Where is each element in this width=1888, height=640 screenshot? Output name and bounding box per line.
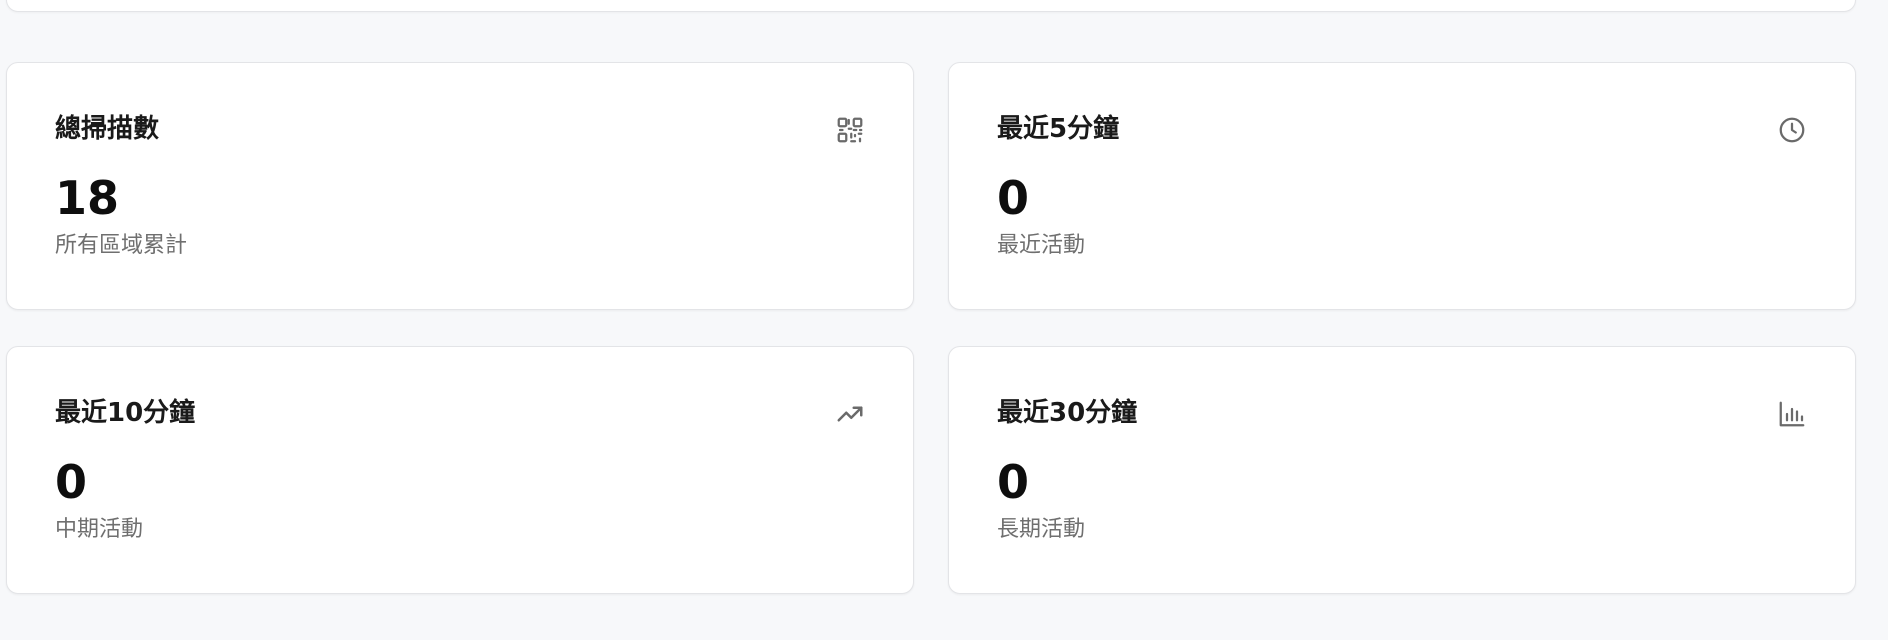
stat-card-title: 最近30分鐘 bbox=[997, 398, 1138, 428]
stat-card-caption: 中期活動 bbox=[55, 517, 144, 542]
stat-card-caption: 所有區域累計 bbox=[55, 233, 188, 258]
stat-card-value: 0 bbox=[997, 171, 1030, 225]
stat-card-caption: 長期活動 bbox=[997, 517, 1086, 542]
stat-card-title: 最近10分鐘 bbox=[55, 398, 196, 428]
stat-card-value: 18 bbox=[55, 171, 120, 225]
trending-up-icon bbox=[835, 399, 865, 429]
stat-card-last-10-min: 最近10分鐘 0 中期活動 bbox=[6, 346, 914, 594]
stat-card-caption: 最近活動 bbox=[997, 233, 1086, 258]
stat-card-title: 最近5分鐘 bbox=[997, 114, 1120, 144]
stat-card-value: 0 bbox=[55, 455, 88, 509]
stat-card-title: 總掃描數 bbox=[55, 114, 160, 144]
stat-card-last-30-min: 最近30分鐘 0 長期活動 bbox=[948, 346, 1856, 594]
stat-card-value: 0 bbox=[997, 455, 1030, 509]
clock-icon bbox=[1777, 115, 1807, 145]
stats-grid: 總掃描數 18 所有區域累計 最近5分鐘 0 最近活動 最近10分鐘 0 中期活… bbox=[6, 62, 1856, 594]
qr-code-icon bbox=[835, 115, 865, 145]
bar-chart-icon bbox=[1777, 399, 1807, 429]
stat-card-last-5-min: 最近5分鐘 0 最近活動 bbox=[948, 62, 1856, 310]
stat-card-total-scans: 總掃描數 18 所有區域累計 bbox=[6, 62, 914, 310]
top-card-partial bbox=[6, 0, 1856, 12]
